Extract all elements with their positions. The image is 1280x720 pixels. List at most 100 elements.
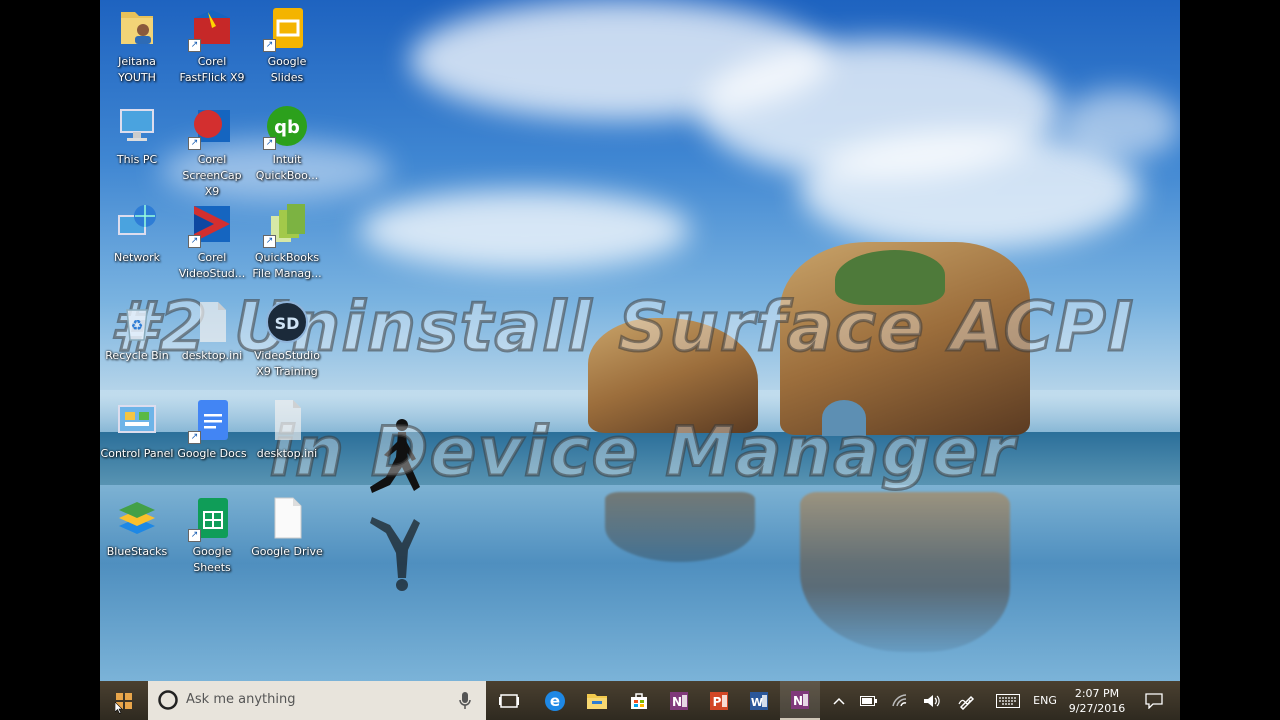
notification-icon xyxy=(1145,692,1163,709)
desktop-icon-google-sheets[interactable]: ↗ Google Sheets xyxy=(175,496,249,576)
wifi-icon xyxy=(892,693,907,706)
pen-workspace-button[interactable] xyxy=(952,681,982,720)
shortcut-arrow-icon: ↗ xyxy=(188,137,201,150)
svg-text:qb: qb xyxy=(274,117,300,138)
show-hidden-icons-button[interactable] xyxy=(828,681,850,720)
desktop-icon-label: Intuit QuickBoo... xyxy=(255,153,319,182)
start-button[interactable] xyxy=(100,681,148,720)
ini-file-icon xyxy=(190,300,234,344)
desktop-icon-label: Google Drive xyxy=(251,545,323,558)
store-icon xyxy=(631,692,647,709)
taskbar-edge[interactable]: e xyxy=(536,681,574,720)
shortcut-arrow-icon: ↗ xyxy=(188,39,201,52)
taskbar-onenote-2[interactable]: N xyxy=(780,681,820,720)
edge-icon: e xyxy=(545,690,565,711)
desktop-icon-desktop-ini-2[interactable]: desktop.ini xyxy=(250,398,324,462)
taskbar-onenote[interactable]: N xyxy=(660,681,698,720)
input-language-indicator[interactable]: ENG xyxy=(1028,681,1062,720)
desktop[interactable]: #2 Uninstall Surface ACPI in Device Mana… xyxy=(100,0,1180,720)
desktop-icon-label: Jeitana YOUTH xyxy=(118,55,156,84)
shortcut-arrow-icon: ↗ xyxy=(188,431,201,444)
keyboard-icon xyxy=(996,693,1020,708)
desktop-icon-corel-videostudio[interactable]: ↗ Corel VideoStud... xyxy=(175,202,249,282)
wallpaper-rock-reflection xyxy=(605,492,755,562)
desktop-icon-google-drive[interactable]: Google Drive xyxy=(250,496,324,560)
quickbooks-file-manager-icon: ↗ xyxy=(263,202,309,248)
bluestacks-icon xyxy=(115,496,159,540)
word-icon: W xyxy=(750,691,768,710)
svg-text:SD: SD xyxy=(275,314,300,333)
desktop-icon-videostudio-training[interactable]: SD VideoStudio X9 Training xyxy=(250,300,324,380)
desktop-icon-label: Google Sheets xyxy=(192,545,232,574)
desktop-icon-quickbooks-file-manager[interactable]: ↗ QuickBooks File Manag... xyxy=(250,202,324,282)
task-view-icon xyxy=(499,693,519,708)
desktop-icon-control-panel[interactable]: Control Panel xyxy=(100,398,174,462)
google-slides-icon: ↗ xyxy=(263,6,309,52)
microphone-icon[interactable] xyxy=(458,691,472,711)
desktop-icon-label: Recycle Bin xyxy=(105,349,169,362)
desktop-icon-label: This PC xyxy=(116,153,158,166)
svg-text:P: P xyxy=(713,695,722,709)
onenote-icon: N xyxy=(791,690,809,709)
desktop-icon-google-slides[interactable]: ↗ Google Slides xyxy=(250,6,324,86)
desktop-icon-label: Corel ScreenCap X9 xyxy=(182,153,242,198)
clock-button[interactable]: 2:07 PM 9/27/2016 xyxy=(1062,681,1132,720)
battery-button[interactable] xyxy=(856,681,882,720)
clock-time: 2:07 PM xyxy=(1074,686,1120,700)
desktop-icon-label: Google Slides xyxy=(267,55,307,84)
desktop-icon-label: BlueStacks xyxy=(106,545,168,558)
svg-text:e: e xyxy=(550,692,560,710)
desktop-icon-label: VideoStudio X9 Training xyxy=(254,349,320,378)
corel-videostudio-icon: ↗ xyxy=(188,202,234,248)
desktop-icon-label: Corel FastFlick X9 xyxy=(179,55,245,84)
google-drive-icon xyxy=(265,496,309,540)
shortcut-arrow-icon: ↗ xyxy=(263,39,276,52)
task-view-button[interactable] xyxy=(492,681,526,720)
svg-text:♻: ♻ xyxy=(131,318,144,334)
onenote-icon: N xyxy=(670,691,688,710)
svg-text:N: N xyxy=(793,694,803,708)
cortana-circle-icon xyxy=(158,690,178,710)
desktop-icon-label: desktop.ini xyxy=(256,447,318,460)
ini-file-icon xyxy=(265,398,309,442)
shortcut-arrow-icon: ↗ xyxy=(188,529,201,542)
desktop-icon-corel-fastflick[interactable]: ↗ Corel FastFlick X9 xyxy=(175,6,249,86)
language-label: ENG xyxy=(1033,694,1057,707)
speaker-icon xyxy=(924,694,940,707)
mouse-cursor-icon xyxy=(115,702,123,714)
touch-keyboard-button[interactable] xyxy=(990,681,1026,720)
chevron-up-icon xyxy=(833,697,845,705)
google-sheets-icon: ↗ xyxy=(188,496,234,542)
taskbar-store[interactable] xyxy=(620,681,658,720)
action-center-button[interactable] xyxy=(1134,681,1174,720)
desktop-icon-quickbooks[interactable]: qb ↗ Intuit QuickBoo... xyxy=(250,104,324,184)
shortcut-arrow-icon: ↗ xyxy=(263,235,276,248)
wallpaper-cloud xyxy=(1060,90,1180,160)
desktop-icon-google-docs[interactable]: ↗ Google Docs xyxy=(175,398,249,462)
desktop-icon-this-pc[interactable]: This PC xyxy=(100,104,174,168)
corel-screencap-icon: ↗ xyxy=(188,104,234,150)
desktop-icon-jeitana-youth[interactable]: Jeitana YOUTH xyxy=(100,6,174,86)
volume-button[interactable] xyxy=(918,681,946,720)
corel-fastflick-icon: ↗ xyxy=(188,6,234,52)
taskbar-file-explorer[interactable] xyxy=(578,681,616,720)
desktop-icon-label: Control Panel xyxy=(100,447,174,460)
taskbar-word[interactable]: W xyxy=(740,681,778,720)
taskbar-powerpoint[interactable]: P xyxy=(700,681,738,720)
desktop-icon-label: Network xyxy=(114,251,160,264)
wallpaper-rock-reflection xyxy=(800,492,1010,652)
wifi-button[interactable] xyxy=(888,681,914,720)
desktop-icon-label: desktop.ini xyxy=(181,349,243,362)
desktop-icon-corel-screencap[interactable]: ↗ Corel ScreenCap X9 xyxy=(175,104,249,200)
cortana-search-box[interactable]: Ask me anything xyxy=(148,681,486,720)
desktop-icon-recycle-bin[interactable]: ♻ Recycle Bin xyxy=(100,300,174,364)
user-folder-icon xyxy=(115,6,159,50)
wallpaper-cloud xyxy=(360,190,690,270)
taskbar: Ask me anything e N P W N ENG 2:07 PM 9/… xyxy=(100,681,1180,720)
desktop-icon-bluestacks[interactable]: BlueStacks xyxy=(100,496,174,560)
videostudio-training-icon: SD xyxy=(265,300,309,344)
desktop-icon-label: Google Docs xyxy=(177,447,247,460)
google-docs-icon: ↗ xyxy=(188,398,234,444)
desktop-icon-network[interactable]: Network xyxy=(100,202,174,266)
desktop-icon-desktop-ini-1[interactable]: desktop.ini xyxy=(175,300,249,364)
